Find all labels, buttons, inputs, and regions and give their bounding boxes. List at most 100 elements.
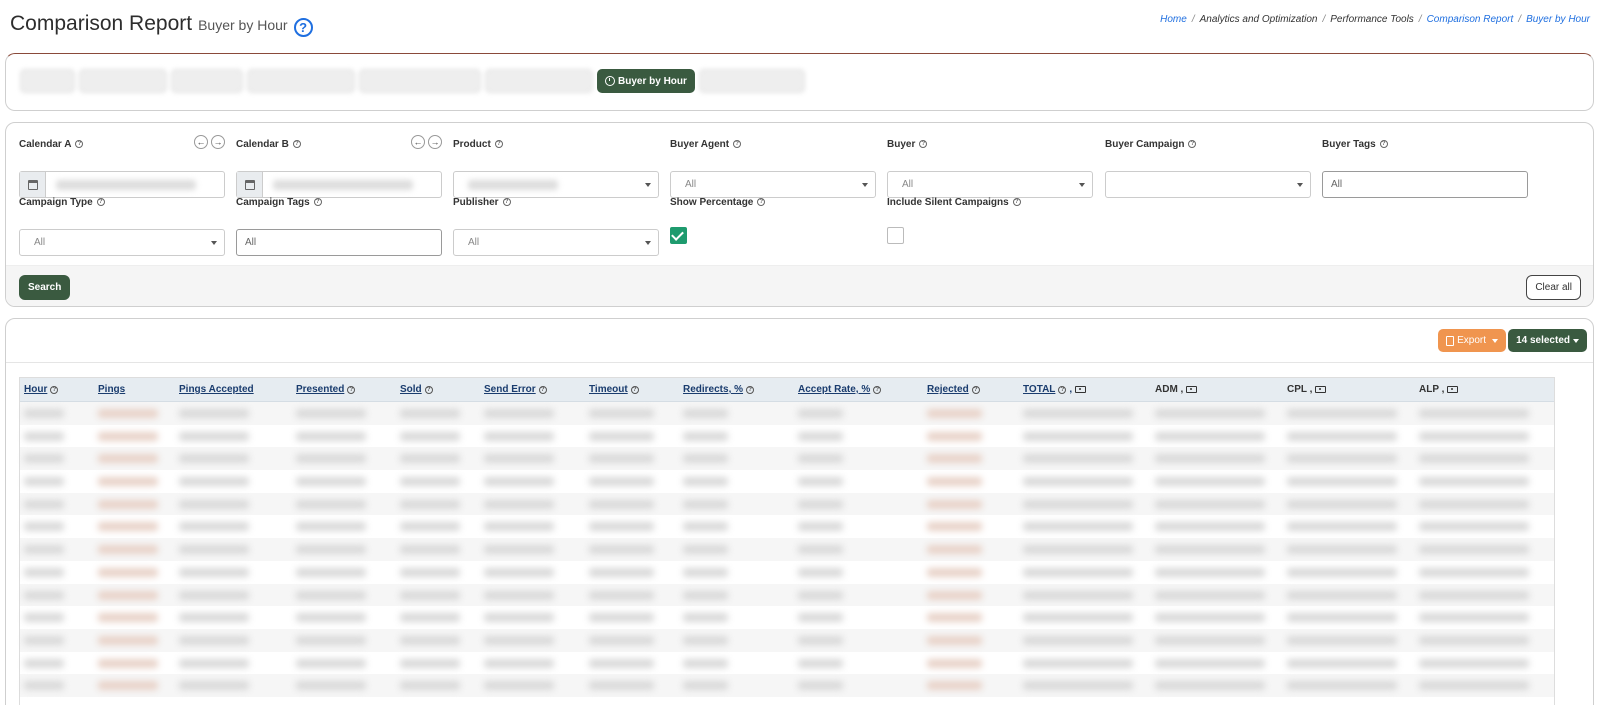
campaign-type-field: Campaign Type? All	[19, 195, 225, 257]
buyer-tags-input[interactable]: All	[1322, 171, 1528, 198]
help-icon[interactable]: ?	[313, 198, 322, 206]
help-icon[interactable]: ?	[293, 18, 313, 37]
help-icon[interactable]: ?	[1188, 140, 1197, 148]
table-row	[20, 447, 1554, 471]
redacted-cell	[927, 499, 982, 509]
redacted-cell	[927, 477, 982, 487]
tab-label: Buyer by Hour	[618, 75, 687, 87]
redacted-cell	[798, 499, 843, 509]
next-period-button[interactable]: →	[211, 135, 225, 149]
chevron-down-icon	[1297, 183, 1303, 187]
column-header-presented[interactable]: Presented?	[296, 384, 356, 395]
tab-blurred[interactable]	[247, 69, 355, 93]
tab-blurred[interactable]	[359, 69, 481, 93]
breadcrumb-comparison-report[interactable]: Comparison Report	[1427, 14, 1514, 25]
prev-period-button[interactable]: ←	[194, 135, 208, 149]
tab-buyer-by-hour[interactable]: Buyer by Hour	[597, 69, 695, 93]
campaign-type-select[interactable]: All	[19, 229, 225, 256]
columns-selected-dropdown[interactable]: 14 selected	[1508, 329, 1587, 352]
search-button[interactable]: Search	[19, 275, 71, 300]
table-row	[20, 492, 1554, 516]
tab-blurred[interactable]	[485, 69, 593, 93]
chevron-down-icon	[1573, 338, 1579, 343]
breadcrumb-analytics: Analytics and Optimization	[1199, 14, 1318, 25]
results-table: Hour? Pings Pings Accepted Presented? So…	[19, 377, 1555, 705]
column-header-rejected[interactable]: Rejected?	[927, 384, 980, 395]
help-icon[interactable]: ?	[919, 140, 928, 148]
help-icon[interactable]: ?	[1012, 198, 1021, 206]
help-icon[interactable]: ?	[757, 198, 766, 206]
redacted-cell	[484, 681, 554, 691]
calendar-b-input[interactable]	[236, 171, 442, 198]
show-percentage-checkbox[interactable]	[670, 227, 687, 244]
prev-period-button[interactable]: ←	[411, 135, 425, 149]
column-header-timeout[interactable]: Timeout?	[589, 384, 639, 395]
tab-blurred[interactable]	[79, 69, 167, 93]
column-header-adm[interactable]: ADM ,	[1155, 384, 1198, 395]
column-header-pings-accepted[interactable]: Pings Accepted	[179, 384, 254, 395]
column-header-total[interactable]: TOTAL?,	[1023, 384, 1087, 395]
help-icon[interactable]: ?	[502, 198, 511, 206]
redacted-cell	[1023, 522, 1133, 532]
chevron-down-icon	[645, 183, 651, 187]
product-select[interactable]	[453, 171, 659, 198]
help-icon[interactable]: ?	[292, 140, 301, 148]
redacted-cell	[1287, 613, 1397, 623]
column-header-redirects[interactable]: Redirects, %?	[683, 384, 755, 395]
redacted-cell	[1287, 409, 1397, 418]
table-row	[20, 470, 1554, 493]
column-header-sold[interactable]: Sold?	[400, 384, 433, 395]
help-icon[interactable]: ?	[494, 140, 503, 148]
redacted-cell	[798, 477, 843, 487]
cash-icon	[1186, 386, 1198, 393]
column-header-hour[interactable]: Hour?	[24, 384, 59, 395]
publisher-select[interactable]: All	[453, 229, 659, 256]
help-icon[interactable]: ?	[75, 140, 84, 148]
breadcrumb-separator: /	[1418, 14, 1422, 25]
column-header-accept-rate[interactable]: Accept Rate, %?	[798, 384, 882, 395]
campaign-type-label: Campaign Type	[19, 196, 93, 208]
calendar-a-input[interactable]	[19, 171, 225, 198]
next-period-button[interactable]: →	[428, 135, 442, 149]
buyer-label: Buyer	[887, 138, 916, 150]
redacted-cell	[400, 567, 460, 577]
tab-blurred[interactable]	[171, 69, 243, 93]
buyer-agent-select[interactable]: All	[670, 171, 876, 198]
export-button[interactable]: Export	[1438, 329, 1506, 352]
redacted-cell	[400, 681, 460, 691]
show-percentage-label: Show Percentage	[670, 196, 754, 208]
redacted-cell	[683, 590, 728, 600]
help-icon[interactable]: ?	[96, 198, 105, 206]
redacted-cell	[400, 522, 460, 532]
table-row	[20, 628, 1554, 652]
redacted-cell	[24, 409, 64, 418]
redacted-cell	[1155, 590, 1265, 600]
buyer-campaign-select[interactable]	[1105, 171, 1311, 198]
breadcrumb-home[interactable]: Home	[1160, 14, 1187, 25]
redacted-cell	[296, 590, 366, 600]
chevron-down-icon	[1079, 183, 1085, 187]
redacted-cell	[179, 613, 249, 623]
column-header-send-error[interactable]: Send Error?	[484, 384, 547, 395]
tab-blurred[interactable]	[20, 69, 75, 93]
page-header: Comparison Report Buyer by Hour ?	[10, 12, 313, 42]
breadcrumb-buyer-by-hour[interactable]: Buyer by Hour	[1526, 14, 1590, 25]
show-percentage-field: Show Percentage?	[670, 195, 876, 257]
clear-all-button[interactable]: Clear all	[1526, 275, 1581, 300]
help-icon[interactable]: ?	[1379, 140, 1388, 148]
table-toolbar: Export 14 selected	[6, 319, 1593, 363]
column-header-alp[interactable]: ALP ,	[1419, 384, 1459, 395]
redacted-cell	[1155, 431, 1265, 441]
campaign-tags-input[interactable]: All	[236, 229, 442, 256]
help-icon[interactable]: ?	[733, 140, 742, 148]
redacted-cell	[296, 545, 366, 555]
include-silent-checkbox[interactable]	[887, 227, 904, 244]
tab-blurred[interactable]	[698, 69, 805, 93]
redacted-cell	[484, 499, 554, 509]
column-header-pings[interactable]: Pings	[98, 384, 125, 395]
buyer-select[interactable]: All	[887, 171, 1093, 198]
help-icon: ?	[746, 385, 755, 394]
column-header-cpl[interactable]: CPL ,	[1287, 384, 1327, 395]
buyer-tags-field: Buyer Tags? All	[1322, 137, 1528, 199]
redacted-cell	[798, 522, 843, 532]
